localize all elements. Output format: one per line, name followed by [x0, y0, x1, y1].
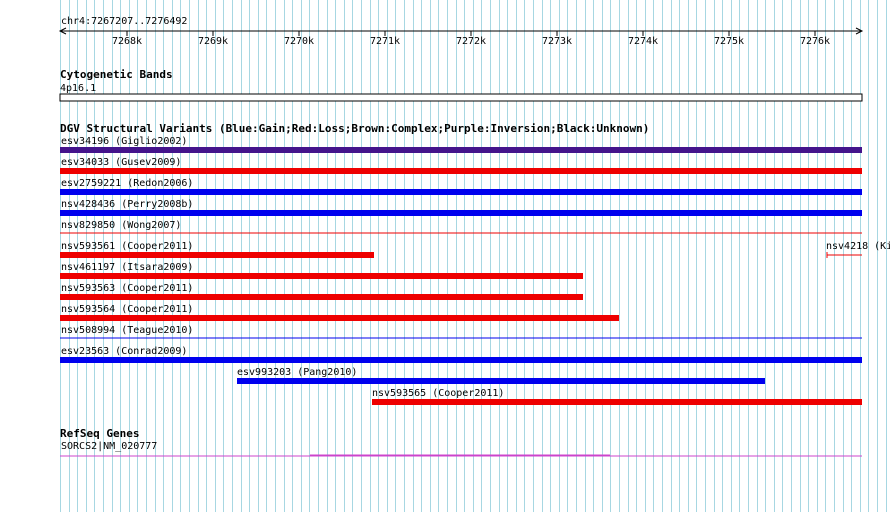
- refseq-track-title: RefSeq Genes: [60, 427, 139, 440]
- ruler-tick-label: 7270k: [284, 36, 314, 47]
- variant-label: nsv593561 (Cooper2011): [61, 241, 193, 252]
- variant-label: nsv4218 (Ki: [826, 241, 890, 252]
- variant-label: nsv829850 (Wong2007): [61, 220, 181, 231]
- variant-bar-gain[interactable]: [60, 357, 862, 363]
- variant-bar-gain[interactable]: [237, 378, 765, 384]
- cytoband-bar: [59, 93, 863, 102]
- variant-bar-loss[interactable]: [60, 168, 862, 174]
- variant-label: nsv508994 (Teague2010): [61, 325, 193, 336]
- ruler-tick-label: 7268k: [112, 36, 142, 47]
- ruler-position-label: chr4:7267207..7276492: [61, 16, 187, 27]
- genome-browser-view: chr4:7267207..7276492 7268k 7269k 7270k 727…: [58, 0, 890, 512]
- variant-bar-gain[interactable]: [60, 189, 862, 195]
- variant-bar-loss[interactable]: [60, 252, 374, 258]
- refseq-gene-label: SORCS2|NM_020777: [61, 441, 157, 452]
- ruler-tick-label: 7272k: [456, 36, 486, 47]
- ruler-tick-label: 7275k: [714, 36, 744, 47]
- cytoband-label: 4p16.1: [60, 83, 96, 94]
- variant-label: nsv428436 (Perry2008b): [61, 199, 193, 210]
- variant-bar-gain[interactable]: [60, 210, 862, 216]
- ruler-tick-label: 7274k: [628, 36, 658, 47]
- variant-label: esv23563 (Conrad2009): [61, 346, 187, 357]
- cytoband-track-title: Cytogenetic Bands: [60, 68, 173, 81]
- variant-label: esv993203 (Pang2010): [237, 367, 357, 378]
- variant-label: esv2759221 (Redon2006): [61, 178, 193, 189]
- variant-bar-loss[interactable]: [372, 399, 862, 405]
- ruler-tick-label: 7276k: [800, 36, 830, 47]
- variant-label: nsv593564 (Cooper2011): [61, 304, 193, 315]
- variant-bar-loss[interactable]: [60, 294, 583, 300]
- variant-label: nsv461197 (Itsara2009): [61, 262, 193, 273]
- variant-bar-inversion[interactable]: [60, 147, 862, 153]
- variant-label: nsv593563 (Cooper2011): [61, 283, 193, 294]
- variant-bar-loss[interactable]: [60, 273, 583, 279]
- variant-label: esv34033 (Gusev2009): [61, 157, 181, 168]
- variant-label: nsv593565 (Cooper2011): [372, 388, 504, 399]
- dgv-track-title: DGV Structural Variants (Blue:Gain;Red:L…: [60, 122, 649, 135]
- ruler-tick-label: 7269k: [198, 36, 228, 47]
- variant-bar-loss[interactable]: [60, 315, 619, 321]
- variant-label: esv34196 (Giglio2002): [61, 136, 187, 147]
- ruler-tick-label: 7273k: [542, 36, 572, 47]
- ruler-tick-label: 7271k: [370, 36, 400, 47]
